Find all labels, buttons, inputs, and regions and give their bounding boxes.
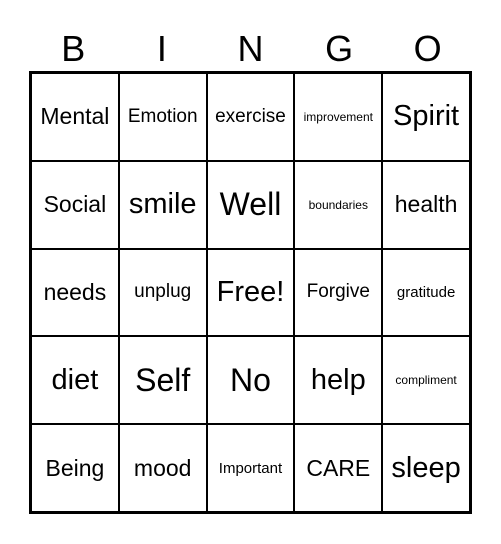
header-letter-n: N xyxy=(237,28,264,69)
bingo-cell[interactable]: Social xyxy=(31,160,119,249)
bingo-cell[interactable]: Forgive xyxy=(294,248,383,337)
header-letter-i: I xyxy=(156,28,167,69)
bingo-cell[interactable]: No xyxy=(206,336,295,425)
bingo-cell[interactable]: Being xyxy=(31,424,119,512)
bingo-cell[interactable]: Self xyxy=(118,336,207,425)
bingo-cell[interactable]: Well xyxy=(206,160,295,249)
bingo-cell[interactable]: exercise xyxy=(206,73,295,161)
bingo-cell[interactable]: unplug xyxy=(118,248,207,337)
bingo-cell[interactable]: health xyxy=(382,160,470,249)
bingo-cell[interactable]: mood xyxy=(118,424,207,512)
bingo-cell[interactable]: Mental xyxy=(31,73,119,161)
bingo-cell[interactable]: diet xyxy=(31,336,119,425)
bingo-cell[interactable]: smile xyxy=(118,160,207,249)
bingo-cell[interactable]: help xyxy=(294,336,383,425)
bingo-cell[interactable]: CARE xyxy=(294,424,383,512)
header-letter-b: B xyxy=(61,28,86,69)
bingo-header: B I N G O xyxy=(29,28,472,70)
bingo-cell[interactable]: sleep xyxy=(382,424,470,512)
bingo-cell[interactable]: compliment xyxy=(382,336,470,425)
bingo-grid: Mental Emotion exercise improvement Spirit So… xyxy=(29,71,472,514)
bingo-cell[interactable]: Spirit xyxy=(382,73,470,161)
bingo-cell[interactable]: improvement xyxy=(294,73,383,161)
bingo-cell[interactable]: Free! xyxy=(206,248,295,337)
header-letter-g: G xyxy=(325,28,354,69)
bingo-cell[interactable]: needs xyxy=(31,248,119,337)
bingo-cell[interactable]: boundaries xyxy=(294,160,383,249)
bingo-cell[interactable]: gratitude xyxy=(382,248,470,337)
bingo-cell[interactable]: Important xyxy=(206,424,295,512)
header-letter-o: O xyxy=(413,28,442,69)
bingo-cell[interactable]: Emotion xyxy=(118,73,207,161)
